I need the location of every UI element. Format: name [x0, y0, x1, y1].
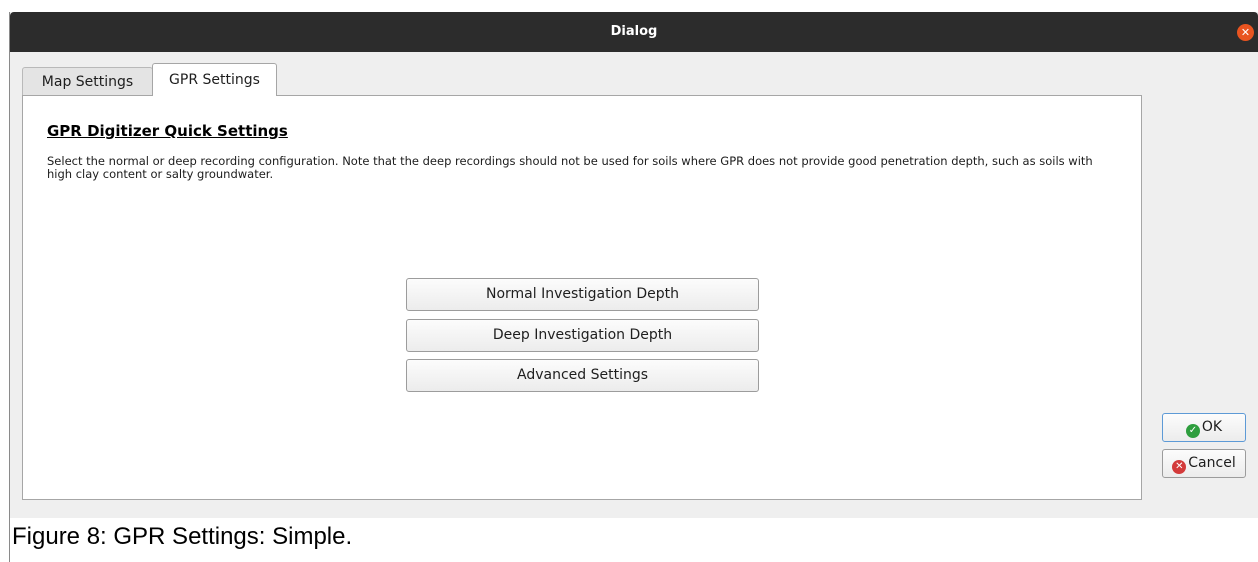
close-icon: ✕	[1240, 26, 1251, 39]
tab-panel-gpr-settings: GPR Digitizer Quick Settings Select the …	[22, 95, 1142, 500]
tab-gpr-settings[interactable]: GPR Settings	[152, 63, 277, 96]
tab-map-settings[interactable]: Map Settings	[22, 67, 153, 96]
title-bar[interactable]: Dialog ✕	[10, 12, 1258, 52]
x-circle-icon: ✕	[1172, 460, 1187, 474]
ok-label: OK	[1201, 419, 1223, 435]
figure-caption: Figure 8: GPR Settings: Simple.	[12, 523, 353, 550]
dialog-window: Dialog ✕ Map Settings GPR Settings GPR D…	[10, 12, 1258, 518]
deep-depth-button[interactable]: Deep Investigation Depth	[406, 319, 759, 352]
section-heading: GPR Digitizer Quick Settings	[47, 122, 288, 140]
normal-depth-button[interactable]: Normal Investigation Depth	[406, 278, 759, 311]
check-circle-icon: ✓	[1185, 424, 1200, 438]
section-description: Select the normal or deep recording conf…	[47, 154, 1093, 181]
cancel-label: Cancel	[1188, 455, 1236, 471]
close-button[interactable]: ✕	[1237, 24, 1254, 41]
ok-button[interactable]: ✓ OK	[1162, 413, 1246, 442]
advanced-settings-button[interactable]: Advanced Settings	[406, 359, 759, 392]
cancel-button[interactable]: ✕ Cancel	[1162, 449, 1246, 478]
page: Dialog ✕ Map Settings GPR Settings GPR D…	[0, 0, 1258, 562]
window-title: Dialog	[610, 24, 658, 39]
